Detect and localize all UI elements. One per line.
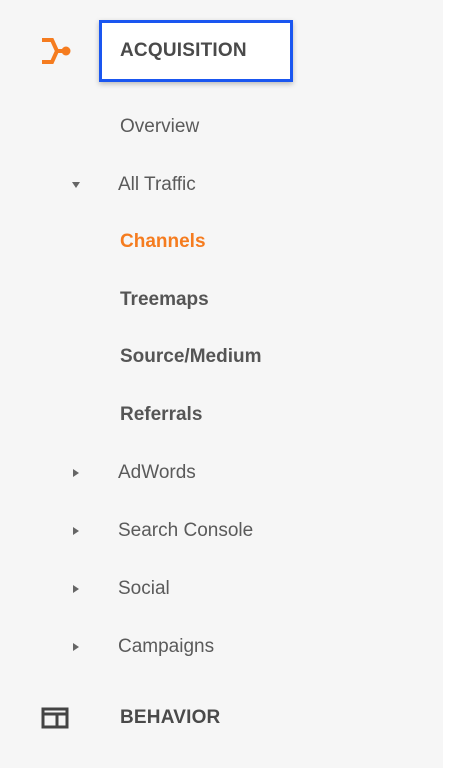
caret-right-icon	[73, 527, 79, 535]
nav-group-all-traffic[interactable]: All Traffic	[0, 157, 443, 213]
acquisition-nav-panel: ACQUISITION Overview All Traffic Channel…	[0, 0, 454, 768]
nav-item-referrals[interactable]: Referrals	[0, 387, 443, 443]
nav-group-search-console[interactable]: Search Console	[0, 503, 443, 559]
section-behavior[interactable]: BEHAVIOR	[0, 690, 443, 746]
panel-right-edge	[443, 0, 454, 768]
nav-item-overview[interactable]: Overview	[0, 99, 443, 155]
caret-right-icon	[73, 469, 79, 477]
nav-group-label: All Traffic	[118, 174, 196, 195]
nav-item-label: Referrals	[120, 404, 203, 425]
section-acquisition[interactable]: ACQUISITION	[0, 23, 443, 79]
nav-group-label: AdWords	[118, 462, 196, 483]
nav-item-label: Source/Medium	[120, 346, 262, 367]
behavior-window-icon	[41, 707, 69, 729]
nav-item-label: Overview	[120, 116, 200, 137]
nav-item-label: Channels	[120, 231, 206, 252]
nav-group-social[interactable]: Social	[0, 561, 443, 617]
caret-right-icon	[73, 643, 79, 651]
acquisition-branch-icon	[42, 38, 71, 64]
behavior-label: BEHAVIOR	[120, 707, 221, 728]
nav-group-label: Campaigns	[118, 636, 215, 657]
nav-item-treemaps[interactable]: Treemaps	[0, 272, 443, 328]
nav-item-label: Treemaps	[120, 289, 209, 310]
nav-item-channels[interactable]: Channels	[0, 214, 443, 270]
nav-group-label: Social	[118, 578, 170, 599]
nav-group-campaigns[interactable]: Campaigns	[0, 619, 443, 675]
nav-group-adwords[interactable]: AdWords	[0, 445, 443, 501]
caret-down-icon	[72, 182, 80, 188]
nav-item-source-medium[interactable]: Source/Medium	[0, 329, 443, 385]
acquisition-label: ACQUISITION	[120, 40, 247, 61]
nav-group-label: Search Console	[118, 520, 254, 541]
caret-right-icon	[73, 585, 79, 593]
